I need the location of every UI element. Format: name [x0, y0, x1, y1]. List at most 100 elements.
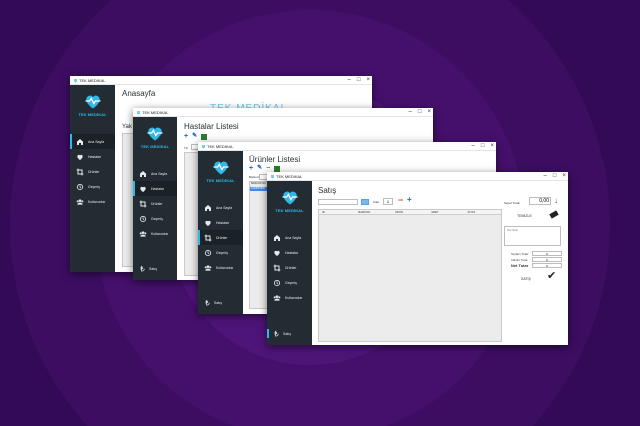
- lira-icon: [273, 330, 280, 337]
- page-title: Satış: [318, 186, 337, 195]
- selected-product-row[interactable]: 1234567890: [250, 187, 268, 191]
- maximize-button[interactable]: □: [481, 142, 485, 151]
- add-product-button[interactable]: +: [249, 165, 253, 172]
- crop-icon: [273, 264, 281, 272]
- satis-label: SATIŞ: [521, 277, 531, 281]
- excel-icon[interactable]: [274, 165, 281, 172]
- window-controls: – □ ×: [348, 76, 370, 85]
- barcode-search-button[interactable]: [361, 199, 369, 205]
- sidebar-item-history[interactable]: Geçmiş: [198, 245, 243, 260]
- window-title: TEK MEDIKAL: [142, 110, 169, 115]
- sidebar-item-products[interactable]: Ürünler: [70, 164, 115, 179]
- edit-patient-button[interactable]: ✎: [192, 133, 197, 140]
- heart-icon: [76, 153, 84, 161]
- sidebar-item-history[interactable]: Geçmiş: [267, 275, 312, 290]
- cart-table: ID BARKOD ÜRÜN ADET FİYAT: [318, 209, 502, 342]
- app-logo: TEK MEDİKAL: [198, 157, 243, 183]
- edit-product-button[interactable]: ✎: [257, 165, 262, 172]
- app-icon: [270, 174, 275, 179]
- decrease-quantity-button[interactable]: −: [398, 195, 403, 205]
- maximize-button[interactable]: □: [553, 172, 557, 181]
- add-to-cart-icon[interactable]: ↓: [554, 196, 558, 205]
- complete-sale-button[interactable]: ✔: [547, 269, 556, 282]
- heart-icon: [273, 249, 281, 257]
- app-icon: [73, 78, 78, 83]
- minimize-button[interactable]: –: [348, 76, 351, 85]
- temizle-label: TEMİZLE: [517, 214, 532, 218]
- sidebar-item-patients[interactable]: Hastalar: [133, 181, 177, 196]
- toolbar: + ✎ −: [249, 165, 281, 172]
- users-icon: [76, 198, 84, 206]
- window-satis: TEK MEDIKAL – □ × TEK MEDİKAL Ana Sayfa …: [267, 172, 568, 345]
- adet-input[interactable]: 1: [383, 198, 393, 205]
- close-button[interactable]: ×: [490, 142, 494, 151]
- sidebar-item-sales[interactable]: Satış: [267, 329, 291, 338]
- home-icon: [273, 234, 281, 242]
- sidebar-item-history[interactable]: Geçmiş: [133, 211, 177, 226]
- indirim-input[interactable]: 0: [532, 257, 562, 262]
- sidebar-item-history[interactable]: Geçmiş: [70, 179, 115, 194]
- add-patient-button[interactable]: +: [184, 133, 188, 140]
- column-id: ID: [322, 210, 325, 214]
- delete-product-button[interactable]: −: [266, 165, 270, 172]
- sidebar-item-sales[interactable]: Satış: [204, 299, 222, 306]
- sidebar-item-home[interactable]: Ana Sayfa: [70, 134, 115, 149]
- minimize-button[interactable]: –: [409, 108, 412, 117]
- column-fiyat: FİYAT: [467, 210, 476, 214]
- home-icon: [139, 170, 147, 178]
- increase-quantity-button[interactable]: +: [407, 195, 412, 204]
- sidebar-item-home[interactable]: Ana Sayfa: [267, 230, 312, 245]
- sidebar-item-patients[interactable]: Hastalar: [267, 245, 312, 260]
- notes-textarea[interactable]: Not Girin: [504, 226, 561, 246]
- sidebar-item-home[interactable]: Ana Sayfa: [198, 200, 243, 215]
- minimize-button[interactable]: –: [472, 142, 475, 151]
- net-value: 0: [532, 263, 562, 268]
- barcode-input[interactable]: [318, 199, 358, 205]
- titlebar: TEK MEDIKAL – □ ×: [267, 172, 568, 181]
- minimize-button[interactable]: –: [544, 172, 547, 181]
- sidebar-item-products[interactable]: Ürünler: [133, 196, 177, 211]
- net-label: Net Tutar: [511, 263, 529, 268]
- window-controls: – □ ×: [409, 108, 431, 117]
- heart-logo-icon: [279, 187, 301, 207]
- sidebar-item-users[interactable]: Kullanıcılar: [133, 226, 177, 241]
- close-button[interactable]: ×: [427, 108, 431, 117]
- heart-icon: [139, 185, 147, 193]
- close-button[interactable]: ×: [562, 172, 566, 181]
- page-title: Anasayfa: [122, 89, 156, 98]
- sidebar-item-users[interactable]: Kullanıcılar: [70, 194, 115, 209]
- sidebar-item-patients[interactable]: Hastalar: [198, 215, 243, 230]
- excel-icon[interactable]: [201, 133, 208, 140]
- history-icon: [204, 249, 212, 257]
- sepet-total: 0,00: [529, 197, 551, 205]
- logo-text: TEK MEDİKAL: [206, 178, 235, 183]
- close-button[interactable]: ×: [366, 76, 370, 85]
- window-controls: – □ ×: [472, 142, 494, 151]
- sidebar-item-home[interactable]: Ana Sayfa: [133, 166, 177, 181]
- maximize-button[interactable]: □: [357, 76, 361, 85]
- sidebar-item-products[interactable]: Ürünler: [198, 230, 243, 245]
- users-icon: [139, 230, 147, 238]
- sidebar-item-products[interactable]: Ürünler: [267, 260, 312, 275]
- indirim-label: İndirim Tutar: [511, 258, 528, 262]
- logo-text: TEK MEDİKAL: [78, 112, 107, 117]
- sidebar: TEK MEDİKAL Ana Sayfa Hastalar Ürünler G…: [267, 181, 312, 345]
- barkod-label: Barkod: [249, 175, 259, 179]
- section-heading: Yak: [122, 124, 132, 130]
- titlebar: TEK MEDIKAL – □ ×: [70, 76, 372, 85]
- titlebar: TEK MEDIKAL – □ ×: [198, 142, 496, 151]
- sepet-label: Sepet Tutarı: [504, 201, 521, 205]
- column-barkod: BARKOD: [358, 210, 371, 214]
- sidebar-item-users[interactable]: Kullanıcılar: [267, 290, 312, 305]
- sidebar-item-sales[interactable]: Satış: [139, 265, 157, 272]
- titlebar: TEK MEDIKAL – □ ×: [133, 108, 433, 117]
- sidebar: TEK MEDİKAL Ana Sayfa Hastalar Ürünler G…: [133, 117, 177, 280]
- column-header-barkod: BARKOD NO: [251, 182, 267, 185]
- sidebar-item-users[interactable]: Kullanıcılar: [198, 260, 243, 275]
- toolbar: + ✎: [184, 133, 208, 140]
- sidebar-item-patients[interactable]: Hastalar: [70, 149, 115, 164]
- clear-eraser-button[interactable]: [549, 210, 559, 219]
- sidebar-menu: Ana Sayfa Hastalar Ürünler Geçmiş Kullan…: [198, 200, 243, 275]
- history-icon: [76, 183, 84, 191]
- maximize-button[interactable]: □: [418, 108, 422, 117]
